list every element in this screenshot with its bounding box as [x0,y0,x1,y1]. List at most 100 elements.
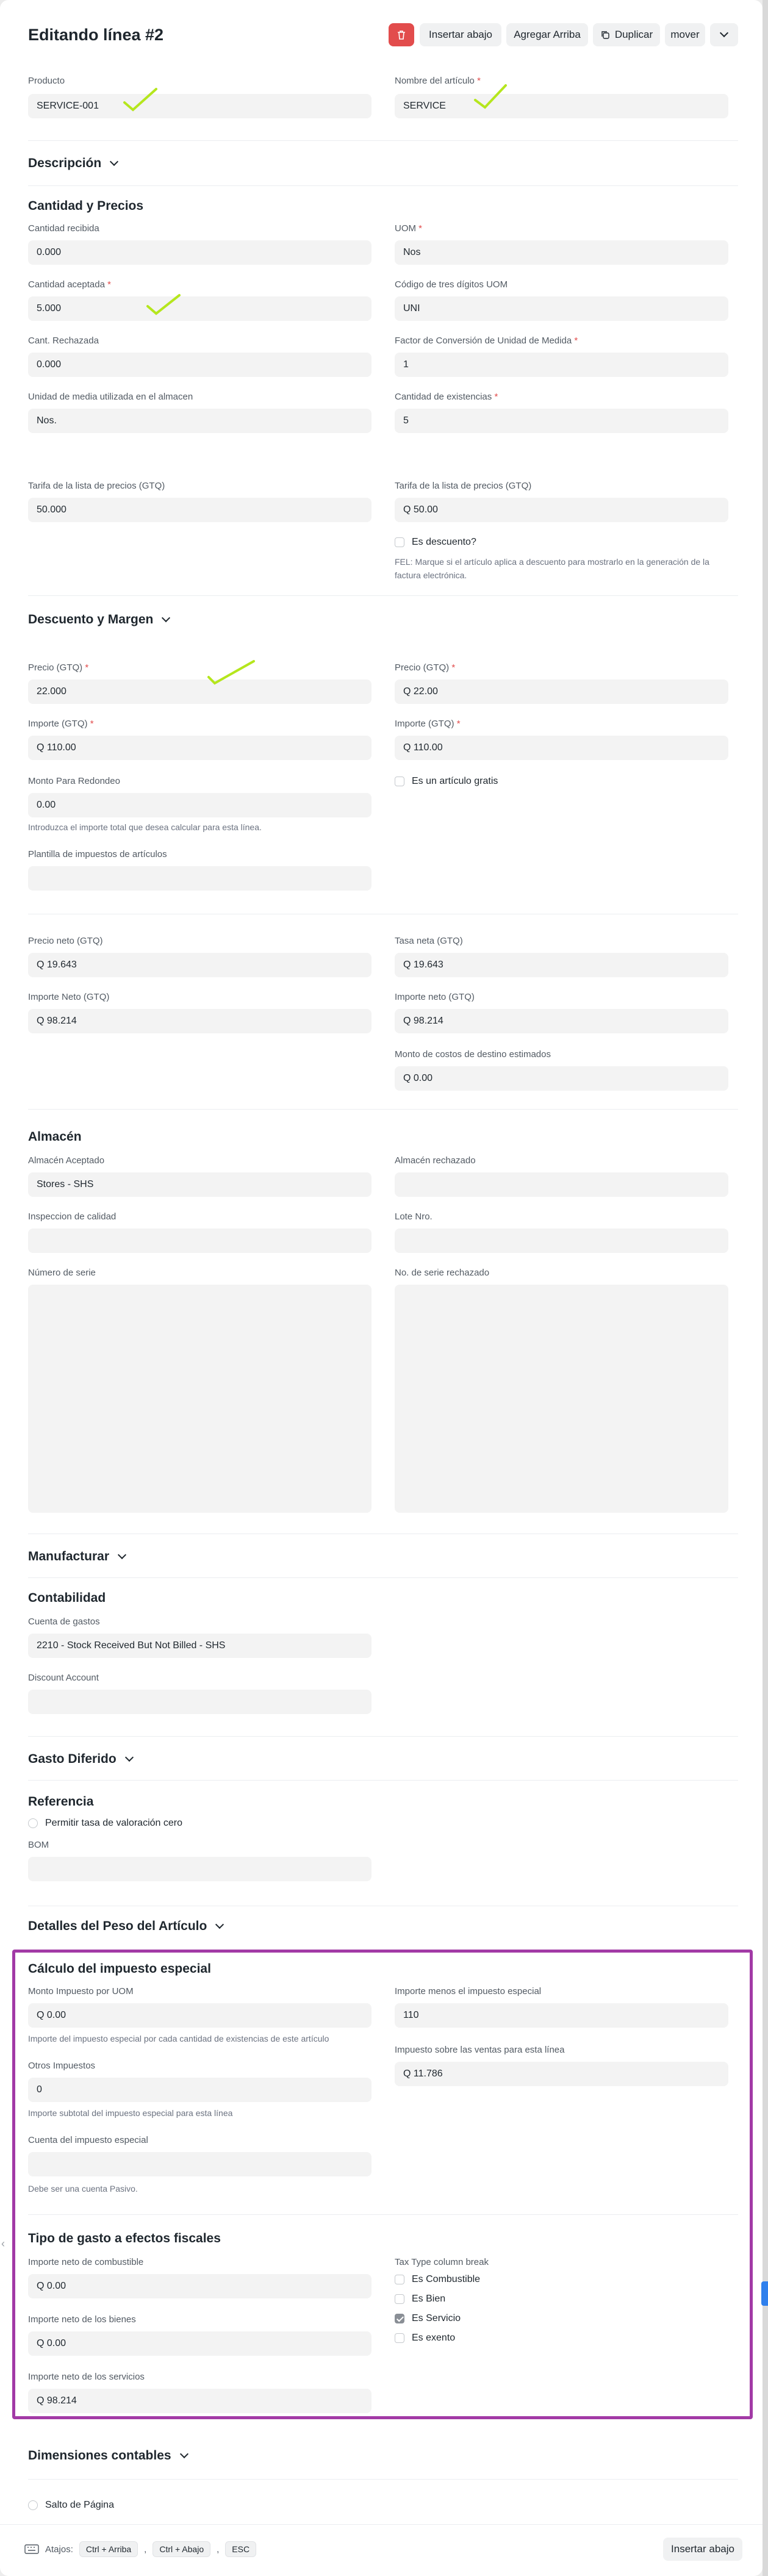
es-descuento-checkbox[interactable]: Es descuento? [395,537,476,548]
codigo-uom-input[interactable]: UNI [395,296,728,321]
cuenta-especial-label: Cuenta del impuesto especial [28,2135,148,2145]
producto-input[interactable]: SERVICE-001 [28,94,371,118]
delete-button[interactable] [389,23,414,46]
calidad-input[interactable] [28,1229,371,1253]
checkbox-checked[interactable] [395,2314,404,2323]
discount-account-input[interactable] [28,1690,371,1714]
prev-row-arrow-icon[interactable]: ‹ [1,2237,5,2250]
keyboard-icon [24,2544,39,2554]
importe-company-input[interactable]: Q 110.00 [395,736,728,760]
peso-section-toggle[interactable]: Detalles del Peso del Artículo [28,1919,224,1934]
salto-pagina-label: Salto de Página [45,2500,114,2510]
precio-neto-label: Precio neto (GTQ) [28,936,103,946]
factor-input[interactable]: 1 [395,353,728,377]
serie-textarea[interactable] [28,1285,371,1513]
nombre-label-text: Nombre del artículo [395,76,475,86]
nombre-input[interactable]: SERVICE [395,94,728,118]
es-combustible-checkbox[interactable]: Es Combustible [395,2274,480,2285]
almacen-rechazado-input[interactable] [395,1172,728,1197]
divider [28,1577,738,1578]
checkbox-box[interactable] [395,537,404,547]
costos-destino-input[interactable]: Q 0.00 [395,1066,728,1091]
descripcion-section-toggle[interactable]: Descripción [28,156,119,171]
checkbox-box[interactable] [395,2275,404,2284]
checkbox-box[interactable] [395,777,404,786]
chevron-down-icon [719,28,729,38]
chevron-down-icon [124,1753,134,1762]
move-button[interactable]: mover [665,23,705,46]
almacen-aceptado-input[interactable]: Stores - SHS [28,1172,371,1197]
discount-account-label: Discount Account [28,1673,99,1683]
precio-neto-input[interactable]: Q 19.643 [28,953,371,977]
existencias-input[interactable]: 5 [395,409,728,433]
gasto-diferido-section-toggle[interactable]: Gasto Diferido [28,1752,134,1767]
servicios-input[interactable]: Q 98.214 [28,2389,371,2413]
checkbox-box[interactable] [28,2500,38,2510]
importe-neto-input[interactable]: Q 98.214 [28,1009,371,1033]
es-exento-checkbox[interactable]: Es exento [395,2333,455,2344]
footer-divider [0,2524,763,2525]
precio-company-input[interactable]: Q 22.00 [395,680,728,704]
margen-section-toggle[interactable]: Descuento y Margen [28,612,171,627]
precio-company-label-text: Precio (GTQ) [395,662,450,673]
tasa-neta-input[interactable]: Q 19.643 [395,953,728,977]
es-servicio-label: Es Servicio [412,2313,461,2323]
chevron-down-icon [179,2449,188,2459]
footer-insert-below-button[interactable]: Insertar abajo [663,2538,742,2561]
tarifa-input[interactable]: 50.000 [28,498,371,522]
shortcut-esc: ESC [225,2541,257,2557]
copy-icon [601,31,609,39]
tax-type-label: Tax Type column break [395,2257,489,2267]
importe-input[interactable]: Q 110.00 [28,736,371,760]
serie-rechazado-textarea[interactable] [395,1285,728,1513]
bienes-label: Importe neto de los bienes [28,2314,136,2325]
menos-impuesto-label: Importe menos el impuesto especial [395,1986,542,1997]
salto-pagina-checkbox[interactable]: Salto de Página [28,2500,114,2511]
importe-neto-label: Importe Neto (GTQ) [28,992,110,1002]
cuenta-gastos-input[interactable]: 2210 - Stock Received But Not Billed - S… [28,1634,371,1658]
shortcuts-bar: Atajos: Ctrl + Arriba, Ctrl + Abajo, ESC [24,2541,257,2557]
combustible-input[interactable]: Q 0.00 [28,2274,371,2298]
redondeo-input[interactable]: 0.00 [28,793,371,817]
ventas-input[interactable]: Q 11.786 [395,2062,728,2086]
lote-label: Lote Nro. [395,1211,432,1222]
checkbox-box[interactable] [28,1818,38,1828]
es-bien-checkbox[interactable]: Es Bien [395,2294,445,2305]
lote-input[interactable] [395,1229,728,1253]
rechazada-input[interactable]: 0.000 [28,353,371,377]
checkbox-box[interactable] [395,2294,404,2304]
tasa-cero-checkbox[interactable]: Permitir tasa de valoración cero [28,1818,182,1829]
insert-below-button[interactable]: Insertar abajo [420,23,501,46]
precio-label-text: Precio (GTQ) [28,662,83,673]
bom-input[interactable] [28,1857,371,1881]
factor-label-text: Factor de Conversión de Unidad de Medida [395,335,572,346]
serie-label: Número de serie [28,1268,96,1278]
importe-company-label: Importe (GTQ) * [395,719,461,729]
collapse-button[interactable] [710,23,738,46]
cuenta-especial-input[interactable] [28,2152,371,2176]
aceptada-input[interactable]: 5.000 [28,296,371,321]
atajos-label: Atajos: [45,2544,73,2555]
add-above-button[interactable]: Agregar Arriba [506,23,588,46]
duplicate-button[interactable]: Duplicar [593,23,660,46]
checkbox-box[interactable] [395,2333,404,2343]
gratis-checkbox[interactable]: Es un artículo gratis [395,776,498,787]
tarifa-company-input[interactable]: Q 50.00 [395,498,728,522]
es-servicio-checkbox[interactable]: Es Servicio [395,2313,461,2324]
recibida-input[interactable]: 0.000 [28,240,371,265]
unidad-almacen-input[interactable]: Nos. [28,409,371,433]
otros-impuestos-input[interactable]: 0 [28,2078,371,2102]
es-descuento-label: Es descuento? [412,537,476,547]
plantilla-input[interactable] [28,866,371,891]
menos-impuesto-input[interactable]: 110 [395,2003,728,2028]
peso-title: Detalles del Peso del Artículo [28,1919,207,1933]
manufacturar-section-toggle[interactable]: Manufacturar [28,1549,127,1564]
dimensiones-section-toggle[interactable]: Dimensiones contables [28,2449,188,2463]
importe-neto-company-input[interactable]: Q 98.214 [395,1009,728,1033]
precio-input[interactable]: 22.000 [28,680,371,704]
divider [28,2479,738,2480]
costos-destino-label: Monto de costos de destino estimados [395,1049,551,1060]
monto-uom-input[interactable]: Q 0.00 [28,2003,371,2028]
uom-input[interactable]: Nos [395,240,728,265]
bienes-input[interactable]: Q 0.00 [28,2331,371,2356]
